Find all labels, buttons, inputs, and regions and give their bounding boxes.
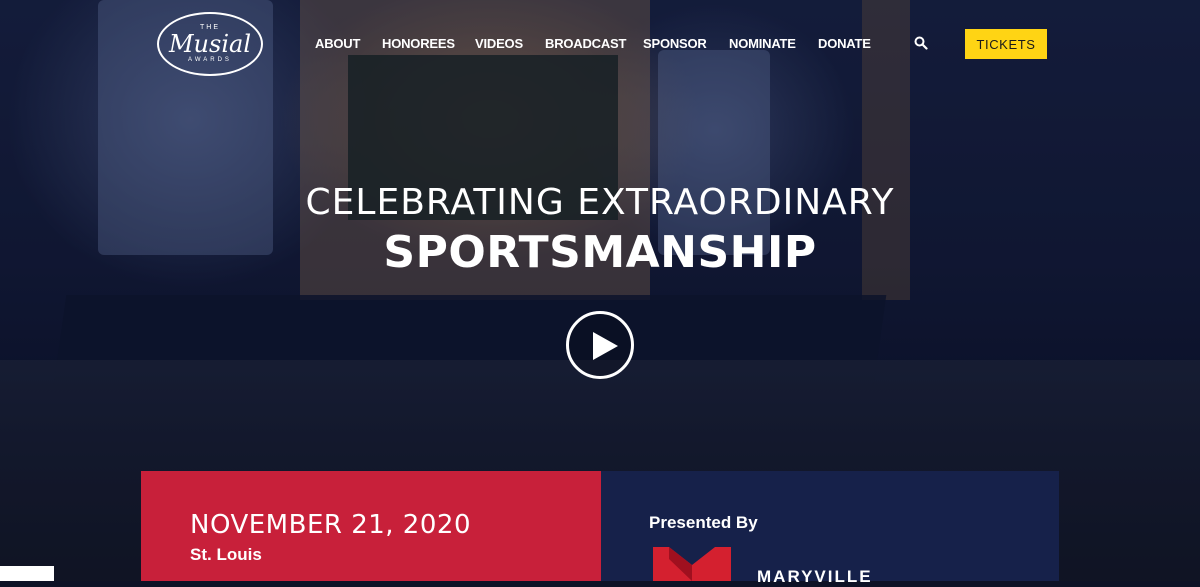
play-video-button[interactable] (566, 311, 634, 379)
nav-item-nominate[interactable]: NOMINATE (729, 36, 796, 51)
maryville-logo-icon[interactable] (653, 547, 731, 581)
logo-main-text: Musial (168, 30, 251, 58)
hero-heading-line1: CELEBRATING EXTRAORDINARY (305, 182, 895, 223)
corner-tab (0, 566, 54, 581)
search-icon[interactable] (914, 36, 930, 52)
tickets-button[interactable]: TICKETS (965, 29, 1047, 59)
nav-item-honorees[interactable]: HONOREES (382, 36, 455, 51)
event-date-panel: NOVEMBER 21, 2020 St. Louis (141, 471, 601, 581)
hero-heading-line2: SPORTSMANSHIP (383, 227, 817, 278)
play-icon (593, 332, 618, 360)
nav-item-about[interactable]: ABOUT (315, 36, 360, 51)
event-date: NOVEMBER 21, 2020 (190, 510, 471, 540)
presented-by-panel: Presented By MARYVILLE (601, 471, 1059, 586)
nav-item-broadcast[interactable]: BROADCAST (545, 36, 626, 51)
site-logo[interactable]: THE Musial AWARDS (157, 12, 263, 76)
presented-by-label: Presented By (649, 513, 758, 532)
sponsor-name: MARYVILLE (757, 567, 873, 586)
nav-item-donate[interactable]: DONATE (818, 36, 871, 51)
logo-bottom-text: AWARDS (188, 57, 232, 63)
event-city: St. Louis (190, 545, 262, 564)
nav-item-sponsor[interactable]: SPONSOR (643, 36, 707, 51)
nav-item-videos[interactable]: VIDEOS (475, 36, 523, 51)
